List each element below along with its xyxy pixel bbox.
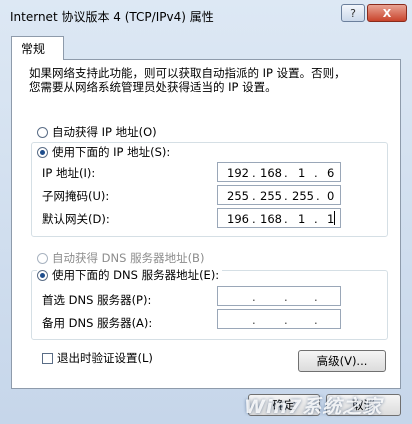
ip-dot: . — [252, 313, 256, 327]
auto-ip-radio[interactable]: 自动获得 IP 地址(O) — [37, 124, 157, 140]
text-cursor — [334, 211, 335, 225]
ip-octet-4: 6 — [327, 166, 335, 180]
title-bar[interactable]: Internet 协议版本 4 (TCP/IPv4) 属性 ? X — [0, 0, 412, 30]
manual-ip-radio[interactable]: 使用下面的 IP 地址(S): — [37, 144, 174, 160]
tab-general[interactable]: 常规 — [11, 36, 64, 60]
ip-dot: . — [314, 166, 318, 180]
mask-octet-1: 255 — [227, 189, 249, 203]
radio-selected-icon — [37, 270, 48, 281]
description-line-1: 如果网络支持此功能，则可以获取自动指派的 IP 设置。否则， — [29, 66, 346, 80]
validate-on-exit-checkbox[interactable]: 退出时验证设置(L) — [42, 350, 153, 366]
ip-dot: . — [314, 212, 318, 226]
auto-ip-label: 自动获得 IP 地址(O) — [52, 125, 157, 139]
mask-octet-3: 255 — [292, 189, 314, 203]
ip-dot: . — [314, 290, 318, 304]
mask-octet-2: 255 — [260, 189, 282, 203]
ip-dot: . — [316, 189, 320, 203]
alternate-dns-label: 备用 DNS 服务器(A): — [42, 316, 153, 330]
radio-icon — [37, 253, 48, 264]
help-button[interactable]: ? — [341, 4, 365, 22]
ip-address-input[interactable]: 192 . 168 . 1 . 6 — [217, 162, 341, 182]
validate-on-exit-label: 退出时验证设置(L) — [57, 351, 153, 365]
default-gateway-label: 默认网关(D): — [42, 212, 110, 226]
ip-dot: . — [284, 212, 288, 226]
preferred-dns-input[interactable]: . . . — [217, 286, 341, 306]
subnet-mask-label: 子网掩码(U): — [42, 189, 110, 203]
window-title: Internet 协议版本 4 (TCP/IPv4) 属性 — [10, 10, 214, 24]
ip-dot: . — [252, 290, 256, 304]
default-gateway-input[interactable]: 196 . 168 . 1 . 1 — [217, 208, 341, 228]
properties-dialog: Internet 协议版本 4 (TCP/IPv4) 属性 ? X 常规 如果网… — [0, 0, 412, 424]
gateway-octet-2: 168 — [260, 212, 282, 226]
ip-dot: . — [284, 166, 288, 180]
close-button[interactable]: X — [367, 4, 407, 22]
gateway-octet-3: 1 — [298, 212, 306, 226]
preferred-dns-label: 首选 DNS 服务器(P): — [42, 293, 152, 307]
radio-icon — [37, 127, 48, 138]
subnet-mask-input[interactable]: 255 . 255 . 255 . 0 — [217, 185, 341, 205]
radio-selected-icon — [37, 147, 48, 158]
ip-octet-2: 168 — [260, 166, 282, 180]
checkbox-icon — [42, 353, 53, 364]
ip-dot: . — [284, 189, 288, 203]
auto-dns-radio[interactable]: 自动获得 DNS 服务器地址(B) — [37, 250, 204, 266]
ip-dot: . — [314, 313, 318, 327]
auto-dns-label: 自动获得 DNS 服务器地址(B) — [52, 251, 205, 265]
advanced-button[interactable]: 高级(V)... — [298, 350, 386, 372]
ip-address-label: IP 地址(I): — [42, 166, 96, 180]
watermark-logo: Win7系统之家 — [244, 396, 383, 418]
ip-dot: . — [284, 313, 288, 327]
description-line-2: 您需要从网络系统管理员处获得适当的 IP 设置。 — [29, 80, 277, 94]
alternate-dns-input[interactable]: . . . — [217, 309, 341, 329]
ip-dot: . — [284, 290, 288, 304]
mask-octet-4: 0 — [327, 189, 335, 203]
ip-dot: . — [252, 166, 256, 180]
ip-octet-3: 1 — [298, 166, 306, 180]
description-text: 如果网络支持此功能，则可以获取自动指派的 IP 设置。否则， 您需要从网络系统管… — [29, 66, 379, 94]
manual-dns-radio[interactable]: 使用下面的 DNS 服务器地址(E): — [37, 267, 223, 283]
ip-dot: . — [252, 189, 256, 203]
manual-ip-label: 使用下面的 IP 地址(S): — [52, 145, 171, 159]
gateway-octet-1: 196 — [227, 212, 249, 226]
manual-dns-label: 使用下面的 DNS 服务器地址(E): — [52, 268, 220, 282]
ip-dot: . — [252, 212, 256, 226]
ip-octet-1: 192 — [227, 166, 249, 180]
